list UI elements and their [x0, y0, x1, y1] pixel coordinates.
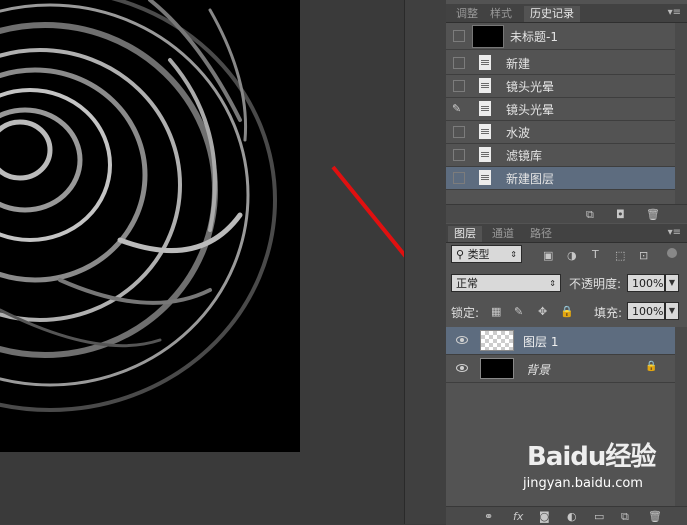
history-source-checkbox[interactable] — [453, 172, 465, 184]
history-source-checkbox[interactable] — [453, 80, 465, 92]
tab-paths[interactable]: 路径 — [524, 226, 558, 242]
history-brush-icon[interactable]: ✎ — [452, 102, 461, 115]
updown-arrow-icon: ⇕ — [549, 279, 556, 288]
history-state-icon — [479, 78, 491, 93]
layers-scrollbar[interactable] — [675, 327, 687, 506]
history-state-icon — [479, 170, 491, 185]
add-mask-icon[interactable]: ◙ — [539, 510, 550, 523]
tab-styles[interactable]: 样式 — [484, 6, 518, 22]
search-icon: ⚲ — [456, 248, 468, 261]
lock-label: 锁定: — [451, 306, 480, 320]
fill-label: 填充: — [594, 306, 623, 320]
new-layer-icon[interactable]: ⧉ — [621, 510, 629, 524]
link-layers-icon[interactable]: ⚭ — [484, 510, 493, 523]
opacity-label: 不透明度: — [569, 277, 622, 291]
history-source-checkbox[interactable] — [453, 30, 465, 42]
history-item-label: 新建图层 — [506, 172, 555, 186]
history-item-label: 新建 — [506, 57, 531, 71]
lock-icon: 🔒 — [645, 361, 658, 372]
trash-icon[interactable]: 🗑 — [646, 208, 660, 221]
lock-all-icon[interactable]: 🔒 — [560, 305, 574, 318]
history-item-label: 水波 — [506, 126, 531, 140]
layers-tabbar: 图层 通道 路径 ▾≡ — [446, 224, 687, 243]
new-group-folder-icon[interactable]: ▭ — [594, 510, 604, 523]
layer-thumbnail — [480, 330, 514, 351]
visibility-eye-icon[interactable] — [456, 336, 468, 344]
history-item-label: 镜头光晕 — [506, 80, 555, 94]
history-scrollbar[interactable] — [675, 23, 687, 204]
history-source-checkbox[interactable] — [453, 149, 465, 161]
filter-adjustment-icon[interactable]: ◑ — [567, 249, 577, 262]
layers-footer: ⚭ fx ◙ ◐ ▭ ⧉ 🗑 — [446, 506, 687, 525]
history-item-selected[interactable]: 新建图层 — [446, 167, 675, 190]
history-state-icon — [479, 147, 491, 162]
filter-smart-object-icon[interactable]: ⊡ — [639, 249, 648, 262]
blend-mode-value: 正常 — [456, 277, 478, 290]
snapshot-label: 未标题-1 — [510, 30, 558, 44]
filter-type-icon[interactable]: T — [592, 248, 599, 261]
panel-menu-icon[interactable]: ▾≡ — [668, 227, 681, 238]
camera-snapshot-icon[interactable]: ◘ — [616, 208, 625, 221]
panel-menu-icon[interactable]: ▾≡ — [668, 7, 681, 18]
history-snapshot-row[interactable]: 未标题-1 — [446, 23, 675, 50]
history-item-label: 镜头光晕 — [506, 103, 555, 117]
filter-toggle-icon[interactable] — [667, 248, 677, 258]
updown-arrow-icon: ⇕ — [510, 250, 517, 259]
baidu-watermark-url: jingyan.baidu.com — [523, 476, 643, 491]
history-item-label: 滤镜库 — [506, 149, 543, 163]
opacity-dropdown-button[interactable]: ▼ — [665, 274, 679, 292]
filter-pixel-icon[interactable]: ▣ — [543, 249, 553, 262]
blend-mode-select[interactable]: 正常 ⇕ — [451, 274, 561, 292]
history-source-checkbox[interactable] — [453, 126, 465, 138]
history-item[interactable]: 水波 — [446, 121, 675, 144]
history-state-icon — [479, 101, 491, 116]
layer-filter-kind-select[interactable]: ⚲ 类型 ⇕ — [451, 245, 522, 263]
lock-image-pixels-icon[interactable]: ✎ — [514, 305, 523, 318]
tab-adjustments[interactable]: 调整 — [450, 6, 484, 22]
fx-layer-style-icon[interactable]: fx — [513, 510, 523, 523]
history-item[interactable]: ✎ 镜头光晕 — [446, 98, 675, 121]
panel-gutter — [404, 0, 448, 524]
history-item[interactable]: 新建 — [446, 52, 675, 75]
history-item[interactable]: 镜头光晕 — [446, 75, 675, 98]
history-source-checkbox[interactable] — [453, 57, 465, 69]
filter-kind-value: 类型 — [467, 248, 490, 261]
layer-name[interactable]: 图层 1 — [523, 333, 558, 350]
history-state-icon — [479, 124, 491, 139]
lock-transparent-pixels-icon[interactable]: ▦ — [491, 305, 501, 318]
lock-position-icon[interactable]: ✥ — [538, 305, 547, 318]
history-state-icon — [479, 55, 491, 70]
opacity-input[interactable]: 100% — [627, 274, 665, 292]
filter-shape-icon[interactable]: ⬚ — [615, 249, 625, 262]
trash-icon[interactable]: 🗑 — [648, 510, 662, 523]
layer-thumbnail — [480, 358, 514, 379]
layer-row[interactable]: 背景 🔒 — [446, 355, 675, 383]
baidu-watermark-logo: Baidu经验 — [527, 442, 656, 472]
visibility-eye-icon[interactable] — [456, 364, 468, 372]
adjustment-layer-icon[interactable]: ◐ — [567, 510, 577, 523]
history-footer: ⧉ ◘ 🗑 — [446, 204, 687, 223]
snapshot-thumbnail — [472, 25, 504, 48]
layer-row-selected[interactable]: 图层 1 — [446, 327, 675, 355]
tab-history[interactable]: 历史记录 — [524, 6, 580, 22]
fill-input[interactable]: 100% — [627, 302, 665, 320]
history-tabbar: 调整 样式 历史记录 ▾≡ — [446, 4, 687, 23]
fill-dropdown-button[interactable]: ▼ — [665, 302, 679, 320]
tab-layers[interactable]: 图层 — [448, 226, 482, 242]
layer-name[interactable]: 背景 — [526, 361, 550, 378]
tab-channels[interactable]: 通道 — [486, 226, 520, 242]
new-document-from-state-icon[interactable]: ⧉ — [586, 208, 594, 222]
history-item[interactable]: 滤镜库 — [446, 144, 675, 167]
